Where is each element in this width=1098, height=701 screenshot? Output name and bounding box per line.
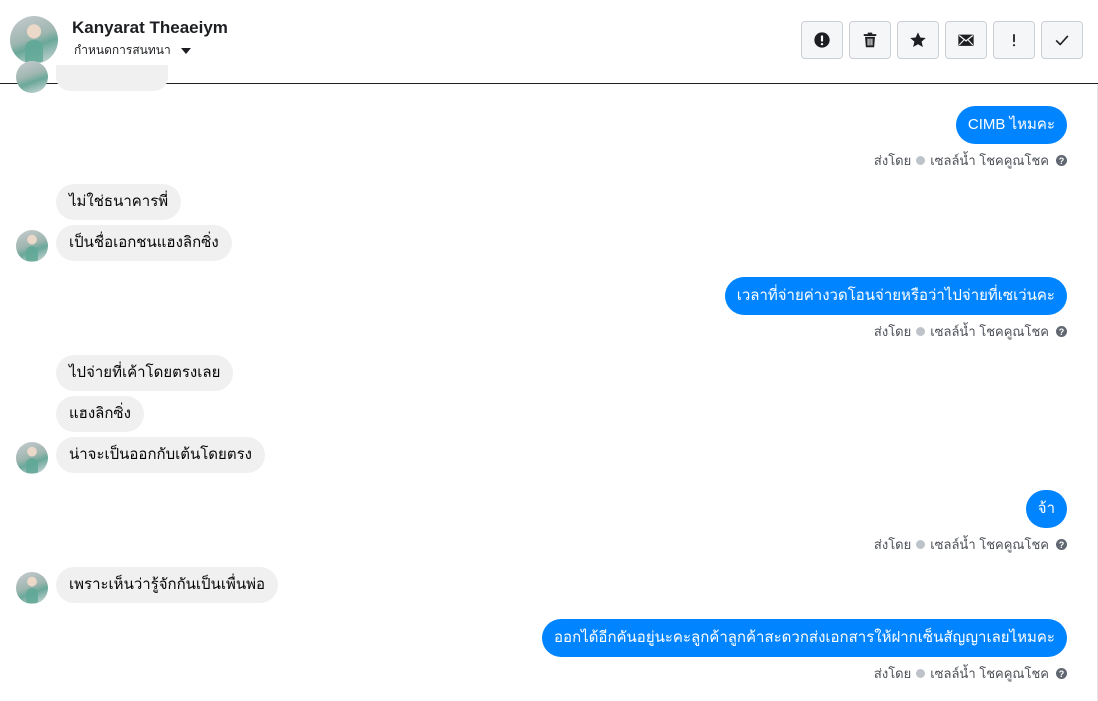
contact-avatar[interactable] <box>10 16 58 64</box>
star-icon <box>910 32 926 48</box>
star-button[interactable] <box>897 21 939 59</box>
verified-dot-icon <box>916 669 926 678</box>
contact-avatar-small[interactable] <box>16 230 48 262</box>
incoming-message-bubble[interactable]: แฮงลิกซิ่ง <box>56 396 144 432</box>
exclamation-icon <box>1012 34 1016 47</box>
outgoing-message-bubble[interactable]: เวลาที่จ่ายค่างวดโอนจ่ายหรือว่าไปจ่ายที่… <box>724 277 1067 315</box>
incoming-message-bubble[interactable]: เพราะเห็นว่ารู้จักกันเป็นเพื่นพ่อ <box>56 567 278 603</box>
verified-dot-icon <box>916 156 926 165</box>
question-circle-icon[interactable]: ? <box>1056 326 1067 337</box>
sender-name[interactable]: เซลล์น้ำ โชคคูณโชค <box>930 150 1049 171</box>
conversation-settings-label: กำหนดการสนทนา <box>74 43 171 57</box>
sender-name[interactable]: เซลล์น้ำ โชคคูณโชค <box>930 663 1049 684</box>
delete-button[interactable] <box>849 21 891 59</box>
outgoing-message-bubble[interactable]: CIMB ไหมคะ <box>955 106 1067 144</box>
outgoing-message-bubble[interactable]: จ้า <box>1025 490 1067 528</box>
check-icon <box>1055 35 1069 46</box>
conversation-settings-dropdown[interactable]: กำหนดการสนทนา <box>74 41 191 60</box>
exclamation-circle-icon <box>814 32 830 48</box>
contact-avatar-small[interactable] <box>16 442 48 474</box>
verified-dot-icon <box>916 327 926 336</box>
sent-by-label: ส่งโดย <box>873 537 912 552</box>
mark-unread-button[interactable] <box>945 21 987 59</box>
caret-down-icon <box>180 47 191 54</box>
incoming-message-bubble[interactable]: ไม่ใช่ธนาคารพี่ <box>56 184 182 220</box>
sender-name[interactable]: เซลล์น้ำ โชคคูณโชค <box>930 321 1049 342</box>
message-thread[interactable]: CIMB ไหมคะ ส่งโดย เซลล์น้ำ โชคคูณโชค ? ไ… <box>0 61 1098 701</box>
sent-by-meta: ส่งโดย เซลล์น้ำ โชคคูณโชค ? <box>874 321 1067 342</box>
trash-icon <box>863 32 877 48</box>
incoming-message-bubble[interactable]: เป็นชื่อเอกชนแฮงลิกซิ่ง <box>56 225 232 261</box>
sent-by-meta: ส่งโดย เซลล์น้ำ โชคคูณโชค ? <box>874 663 1067 684</box>
question-circle-icon[interactable]: ? <box>1056 539 1067 550</box>
question-circle-icon[interactable]: ? <box>1056 155 1067 166</box>
outgoing-message-bubble[interactable]: ออกได้อีกคันอยู่นะคะลูกค้าลูกค้าสะดวกส่ง… <box>542 619 1067 657</box>
incoming-message-bubble[interactable] <box>56 65 168 91</box>
sent-by-label: ส่งโดย <box>873 324 912 339</box>
contact-avatar-small[interactable] <box>16 572 48 604</box>
envelope-icon <box>958 34 974 46</box>
question-circle-icon[interactable]: ? <box>1056 668 1067 679</box>
sent-by-meta: ส่งโดย เซลล์น้ำ โชคคูณโชค ? <box>874 534 1067 555</box>
contact-avatar-small <box>16 61 48 93</box>
sent-by-label: ส่งโดย <box>873 153 912 168</box>
mark-done-button[interactable] <box>1041 21 1083 59</box>
spam-alert-button[interactable] <box>801 21 843 59</box>
conversation-toolbar <box>801 21 1083 59</box>
contact-name[interactable]: Kanyarat Theaeiym <box>72 18 228 38</box>
verified-dot-icon <box>916 540 926 549</box>
incoming-message-bubble[interactable]: น่าจะเป็นออกกับเต้นโดยตรง <box>56 437 265 473</box>
sent-by-label: ส่งโดย <box>873 666 912 681</box>
sent-by-meta: ส่งโดย เซลล์น้ำ โชคคูณโชค ? <box>874 150 1067 171</box>
sender-name[interactable]: เซลล์น้ำ โชคคูณโชค <box>930 534 1049 555</box>
incoming-message-bubble[interactable]: ไปจ่ายที่เค้าโดยตรงเลย <box>56 355 234 391</box>
follow-up-button[interactable] <box>993 21 1035 59</box>
